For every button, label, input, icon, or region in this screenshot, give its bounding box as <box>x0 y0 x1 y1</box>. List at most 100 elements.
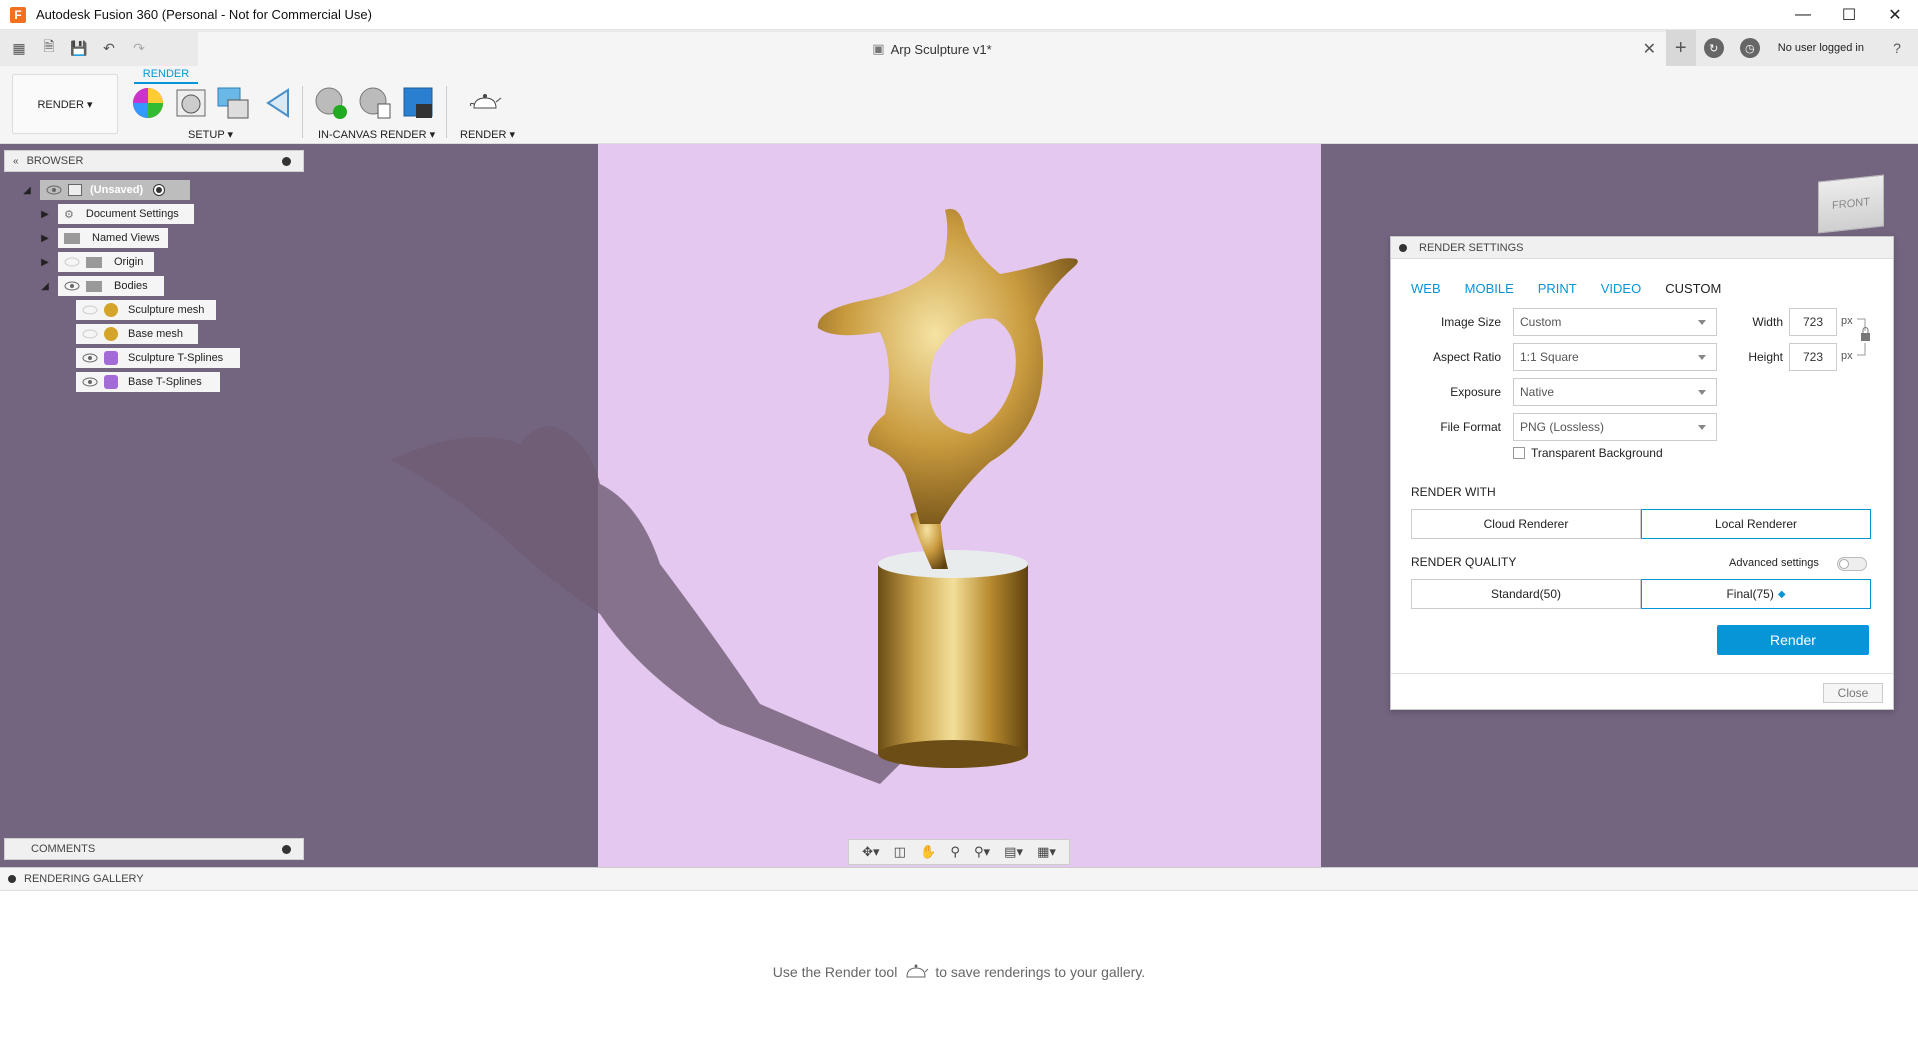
browser-header[interactable]: « BROWSER <box>4 150 304 172</box>
collapse-root-icon[interactable]: ◢ <box>20 183 34 197</box>
expand-document-settings-icon[interactable]: ▶ <box>38 207 52 221</box>
render-button[interactable]: Render <box>1717 625 1869 655</box>
body-base-mesh[interactable]: Base mesh <box>76 324 198 344</box>
maximize-icon[interactable]: ☐ <box>1826 0 1872 30</box>
document-tab[interactable]: ▣ Arp Sculpture v1* ✕ <box>198 32 1666 66</box>
browser-item-bodies[interactable]: Bodies <box>58 276 164 296</box>
texture-map-icon[interactable] <box>216 86 250 120</box>
data-panel-grid-icon[interactable]: ▦ <box>8 37 30 59</box>
render-settings-header[interactable]: RENDER SETTINGS <box>1391 237 1893 259</box>
collapse-bodies-icon[interactable]: ◢ <box>38 279 52 293</box>
browser-item-named-views[interactable]: Named Views <box>58 228 168 248</box>
advanced-settings-toggle[interactable] <box>1837 557 1867 571</box>
scene-settings-icon[interactable] <box>174 86 208 120</box>
workspace-switcher[interactable]: RENDER ▾ <box>12 74 118 134</box>
browser-minimize-icon[interactable] <box>282 156 291 166</box>
file-menu-icon[interactable]: 🗎 <box>38 37 60 59</box>
hidden-eye-icon[interactable] <box>64 257 80 267</box>
expand-named-views-icon[interactable]: ▶ <box>38 231 52 245</box>
file-format-select[interactable]: PNG (Lossless) <box>1513 413 1717 441</box>
lock-aspect-icon[interactable] <box>1855 317 1875 357</box>
standard-quality-button[interactable]: Standard(50) <box>1411 579 1641 609</box>
render-group-label[interactable]: RENDER ▾ <box>460 128 515 141</box>
hidden-eye-icon[interactable] <box>82 305 98 315</box>
undo-icon[interactable]: ↶ <box>98 37 120 59</box>
grid-settings-icon[interactable]: ▦▾ <box>1037 844 1056 860</box>
redo-icon[interactable]: ↷ <box>128 37 150 59</box>
tab-custom[interactable]: CUSTOM <box>1665 281 1721 296</box>
activate-radio-icon[interactable] <box>153 184 166 196</box>
expand-origin-icon[interactable]: ▶ <box>38 255 52 269</box>
clock-icon[interactable]: ◷ <box>1739 38 1760 58</box>
teapot-icon <box>906 964 929 978</box>
tspline-body-icon <box>104 375 118 389</box>
final-quality-button[interactable]: Final(75) ◆ <box>1641 579 1871 609</box>
browser-root-item[interactable]: (Unsaved) <box>40 180 190 200</box>
tab-print[interactable]: PRINT <box>1538 281 1577 296</box>
display-settings-icon[interactable]: ▤▾ <box>1004 844 1023 860</box>
height-input[interactable]: 723 <box>1789 343 1837 371</box>
tab-video[interactable]: VIDEO <box>1601 281 1641 296</box>
visibility-eye-icon[interactable] <box>64 281 80 291</box>
tab-render[interactable]: RENDER <box>134 68 198 84</box>
help-icon[interactable]: ? <box>1886 37 1908 59</box>
browser-item-document-settings[interactable]: ⚙ Document Settings <box>58 204 194 224</box>
body-sculpture-mesh[interactable]: Sculpture mesh <box>76 300 216 320</box>
image-size-select[interactable]: Custom <box>1513 308 1717 336</box>
minimize-icon[interactable]: — <box>1780 0 1826 30</box>
collapse-dialog-icon[interactable] <box>1399 243 1407 252</box>
render-teapot-icon[interactable] <box>468 86 502 120</box>
add-comment-icon[interactable] <box>282 844 291 854</box>
file-format-label: File Format <box>1440 420 1501 434</box>
appearance-icon[interactable] <box>131 86 165 120</box>
tab-mobile[interactable]: MOBILE <box>1465 281 1514 296</box>
look-at-icon[interactable]: ◫ <box>894 844 906 860</box>
visibility-eye-icon[interactable] <box>46 185 62 195</box>
transparent-background-option: Transparent Background <box>1513 446 1663 460</box>
in-canvas-render-settings-icon[interactable] <box>358 86 392 120</box>
capture-image-icon[interactable] <box>402 86 436 120</box>
setup-group-label[interactable]: SETUP ▾ <box>188 128 233 141</box>
width-input[interactable]: 723 <box>1789 308 1837 336</box>
cloud-renderer-button[interactable]: Cloud Renderer <box>1411 509 1641 539</box>
transparent-background-checkbox[interactable] <box>1513 447 1525 459</box>
canvas-viewport[interactable]: « BROWSER ◢ (Unsaved) ▶ ⚙ Document Setti… <box>0 144 1918 867</box>
tab-web[interactable]: WEB <box>1411 281 1441 296</box>
body-base-tsplines[interactable]: Base T-Splines <box>76 372 220 392</box>
close-window-icon[interactable]: ✕ <box>1872 0 1918 30</box>
body-sculpture-tsplines[interactable]: Sculpture T-Splines <box>76 348 240 368</box>
hidden-eye-icon[interactable] <box>82 329 98 339</box>
fit-zoom-icon[interactable]: ⚲▾ <box>974 844 990 860</box>
in-canvas-render-icon[interactable] <box>314 86 348 120</box>
aspect-ratio-label: Aspect Ratio <box>1432 350 1501 364</box>
orbit-icon[interactable]: ✥▾ <box>862 844 879 860</box>
job-status-icon[interactable]: ↻ <box>1703 38 1724 58</box>
aspect-ratio-select[interactable]: 1:1 Square <box>1513 343 1717 371</box>
close-dialog-button[interactable]: Close <box>1823 683 1883 703</box>
view-cube[interactable]: FRONT <box>1818 174 1884 234</box>
visibility-eye-icon[interactable] <box>82 353 98 363</box>
save-icon[interactable]: 💾 <box>68 37 90 59</box>
rendering-gallery-header[interactable]: RENDERING GALLERY <box>0 867 1918 891</box>
title-bar: F Autodesk Fusion 360 (Personal - Not fo… <box>0 0 1918 30</box>
exposure-select[interactable]: Native <box>1513 378 1717 406</box>
browser-item-label: Document Settings <box>85 208 179 220</box>
local-renderer-button[interactable]: Local Renderer <box>1641 509 1871 539</box>
pan-hand-icon[interactable]: ✋ <box>920 844 936 860</box>
close-tab-icon[interactable]: ✕ <box>1643 39 1656 59</box>
browser-item-label: Origin <box>114 256 144 268</box>
chevron-down-icon <box>1698 320 1706 325</box>
collapse-browser-icon[interactable]: « <box>13 156 19 167</box>
visibility-eye-icon[interactable] <box>82 377 98 387</box>
browser-item-origin[interactable]: Origin <box>58 252 154 272</box>
render-with-title: RENDER WITH <box>1411 485 1496 499</box>
decal-icon[interactable] <box>262 86 296 120</box>
image-size-value: Custom <box>1520 315 1562 329</box>
comments-header[interactable]: COMMENTS <box>4 838 304 860</box>
advanced-settings-label: Advanced settings <box>1729 557 1819 569</box>
gallery-collapse-icon[interactable] <box>8 875 16 883</box>
user-status[interactable]: No user logged in <box>1778 42 1864 54</box>
new-tab-plus-icon[interactable]: + <box>1665 30 1696 66</box>
zoom-icon[interactable]: ⚲ <box>950 844 960 860</box>
in-canvas-render-group-label[interactable]: IN-CANVAS RENDER ▾ <box>318 128 435 141</box>
